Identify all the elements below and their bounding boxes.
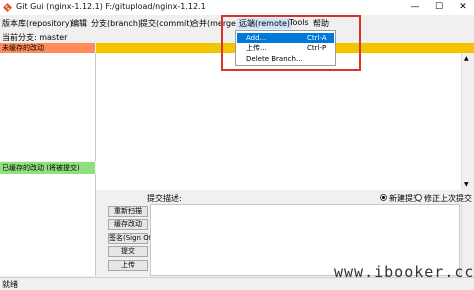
sign-off-button[interactable]: 签名(Sign Off)	[108, 233, 156, 244]
window-title: Git Gui (nginx-1.12.1) F:/gitupload/ngin…	[16, 2, 206, 11]
status-text: 就绪	[2, 280, 18, 289]
menu-branch[interactable]: 分支(branch)	[91, 18, 141, 29]
push-button[interactable]: 上传	[108, 260, 148, 271]
commit-button[interactable]: 提交	[108, 246, 148, 257]
scroll-down-icon[interactable]: ▼	[464, 181, 469, 188]
watermark: www.ibooker.cc	[334, 263, 474, 281]
diff-view[interactable]	[96, 53, 461, 190]
amend-commit-radio[interactable]	[415, 194, 422, 201]
menu-edit[interactable]: 编辑	[71, 18, 87, 29]
annotation-highlight-box	[221, 15, 361, 71]
git-diamond-icon	[3, 3, 12, 12]
scroll-up-icon[interactable]: ▲	[464, 55, 469, 62]
menu-commit[interactable]: 提交(commit)	[140, 18, 192, 29]
stage-changes-button[interactable]: 缓存改动	[108, 219, 148, 230]
menu-repository[interactable]: 版本库(repository)	[2, 18, 73, 29]
diff-scrollbar[interactable]	[461, 53, 474, 190]
minimize-button[interactable]: —	[404, 0, 426, 15]
radio-selected-dot	[382, 196, 385, 199]
rescan-button[interactable]: 重新扫描	[108, 206, 148, 217]
unstaged-title: 未缓存的改动	[2, 44, 44, 52]
staged-file-list[interactable]	[0, 174, 96, 276]
amend-commit-label[interactable]: 修正上次提交	[424, 193, 472, 204]
commit-message-label: 提交描述:	[147, 194, 182, 203]
unstaged-file-list[interactable]	[0, 53, 96, 161]
close-button[interactable]: ✕	[452, 0, 474, 15]
staged-title: 已缓存的改动 (将被提交)	[2, 164, 80, 172]
maximize-button[interactable]: ☐	[428, 0, 450, 15]
current-branch-label: 当前分支: master	[2, 33, 68, 42]
